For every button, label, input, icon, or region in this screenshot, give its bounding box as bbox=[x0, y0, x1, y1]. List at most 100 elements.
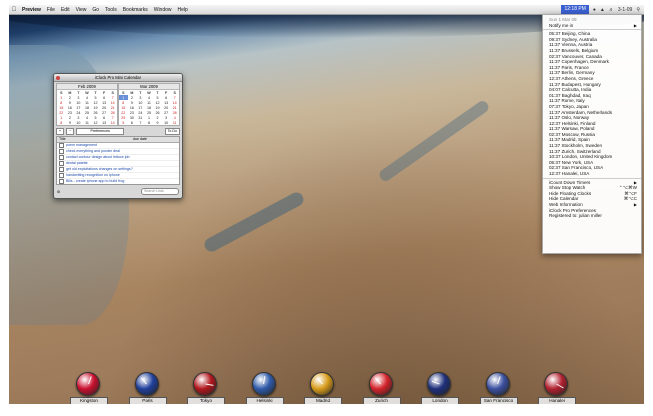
todo-title: handwriting recognition on iphone bbox=[66, 173, 120, 177]
floating-clock[interactable]: Helsinki bbox=[245, 372, 284, 404]
todo-checkbox[interactable] bbox=[59, 167, 64, 172]
todo-title: poem management bbox=[66, 143, 97, 147]
action-label: Show Stop Watch bbox=[549, 185, 586, 191]
floating-clock[interactable]: Madrid bbox=[304, 372, 342, 404]
wifi-icon[interactable]: ▲ bbox=[600, 7, 605, 13]
status-date[interactable]: 3-1-09 bbox=[618, 7, 632, 13]
todo-checkbox[interactable] bbox=[59, 179, 64, 184]
day-cell[interactable]: 9 bbox=[66, 120, 75, 125]
city-time: 05:37 bbox=[549, 159, 561, 165]
menu-go[interactable]: Go bbox=[89, 7, 102, 13]
todo-checkbox[interactable] bbox=[59, 155, 64, 160]
iclock-dropdown-menu: Sun 1 Mar 09 Notify me in ▶ 05:37 Beijing… bbox=[542, 14, 642, 254]
floating-clock[interactable]: Tokyo bbox=[187, 372, 225, 404]
clock-face-icon[interactable] bbox=[193, 372, 217, 396]
menu-tools[interactable]: Tools bbox=[102, 7, 120, 13]
city-name: Hanalei, USA bbox=[561, 171, 590, 177]
bluetooth-icon[interactable]: ● bbox=[593, 7, 596, 13]
clock-face-icon[interactable] bbox=[368, 372, 393, 396]
month-grid: Feb 2009 S M T W T F S 1 2 3 4 5 6 7 8 9 10 11 12 13 14 15 16 17… bbox=[56, 83, 118, 126]
floating-clock[interactable]: Kingston bbox=[70, 372, 108, 404]
day-cell[interactable]: 10 bbox=[162, 120, 171, 125]
day-cell[interactable]: 8 bbox=[145, 120, 154, 125]
day-cell[interactable]: 9 bbox=[153, 120, 162, 125]
day-cell[interactable]: 8 bbox=[57, 120, 66, 125]
close-icon[interactable] bbox=[56, 75, 60, 80]
city-time: 05:37 bbox=[549, 31, 561, 37]
day-cell[interactable]: 12 bbox=[91, 120, 100, 125]
city-name: Beijing, China bbox=[561, 31, 591, 37]
todo-checkbox[interactable] bbox=[59, 149, 64, 154]
floating-clock[interactable]: San Francisco bbox=[479, 372, 518, 404]
day-cell[interactable]: 13 bbox=[100, 120, 109, 125]
clock-face-icon[interactable] bbox=[544, 372, 568, 396]
apple-menu-icon[interactable]:  bbox=[9, 7, 19, 13]
notify-me-item[interactable]: Notify me in ▶ bbox=[543, 23, 641, 29]
city-name: Oslo, Norway bbox=[561, 115, 590, 121]
city-name: Madrid, Spain bbox=[561, 137, 590, 143]
menu-help[interactable]: Help bbox=[175, 7, 191, 13]
todo-item[interactable]: Bills - create iphone app to build frog bbox=[57, 179, 179, 184]
add-todo-button[interactable]: + bbox=[56, 127, 65, 135]
day-cell[interactable]: 14 bbox=[108, 120, 117, 125]
iclock-menu-button[interactable]: 12:18 PM bbox=[561, 5, 589, 14]
clock-city-label: Zurich bbox=[362, 397, 401, 404]
city-time: 11:37 bbox=[549, 47, 561, 53]
day-cell[interactable]: 10 bbox=[74, 120, 83, 125]
todo-list: Title due date poem management check ever… bbox=[56, 136, 180, 185]
city-name: Copenhagen, Denmark bbox=[561, 59, 609, 65]
city-time: 11:37 bbox=[549, 109, 561, 115]
clock-hand bbox=[431, 380, 440, 385]
spotlight-icon[interactable]: ⚲ bbox=[636, 7, 640, 13]
menu-action-item[interactable]: Registered to: julian miller bbox=[543, 213, 641, 219]
todo-checkbox[interactable] bbox=[59, 173, 64, 178]
action-label: Hide Floating Clocks bbox=[549, 190, 592, 196]
city-name: New York, USA bbox=[561, 159, 594, 165]
floating-clock[interactable]: Zurich bbox=[362, 372, 401, 404]
clock-face-icon[interactable] bbox=[427, 372, 451, 396]
title-column-header[interactable]: Title bbox=[57, 137, 131, 142]
action-list: iCount Down Timers ▶ Show Stop Watch ⌃⌥⌘W Hi… bbox=[543, 180, 641, 219]
city-time: 12:37 bbox=[549, 171, 561, 177]
calendar-titlebar[interactable]: iClock Pro Mini Calendar bbox=[54, 74, 182, 82]
menu-window[interactable]: Window bbox=[151, 7, 175, 13]
city-clock-item[interactable]: 12:37 Hanalei, USA bbox=[543, 171, 641, 177]
remove-todo-button[interactable]: − bbox=[66, 127, 75, 135]
clock-city-label: London bbox=[421, 397, 459, 404]
desktop:  Preview File Edit View Go Tools Bookma… bbox=[9, 5, 644, 404]
city-time: 11:37 bbox=[549, 137, 561, 143]
clock-hand bbox=[497, 376, 501, 385]
day-cell[interactable]: 5 bbox=[119, 120, 128, 125]
menu-file[interactable]: File bbox=[44, 7, 58, 13]
todo-button[interactable]: To Do bbox=[164, 127, 180, 135]
todo-checkbox[interactable] bbox=[59, 143, 64, 148]
settings-gear-icon[interactable]: ⚙ bbox=[57, 190, 60, 194]
day-cell[interactable]: 6 bbox=[128, 120, 137, 125]
day-cell[interactable]: 11 bbox=[170, 120, 179, 125]
menu-edit[interactable]: Edit bbox=[58, 7, 73, 13]
floating-clock[interactable]: London bbox=[421, 372, 459, 404]
day-cell[interactable]: 7 bbox=[136, 120, 145, 125]
clock-face-icon[interactable] bbox=[485, 372, 510, 396]
action-label: Registered to: julian miller bbox=[549, 213, 602, 219]
todo-checkbox[interactable] bbox=[59, 161, 64, 166]
clock-city-label: San Francisco bbox=[479, 397, 518, 404]
todo-title: get old exploitations changes on setting… bbox=[66, 167, 133, 171]
city-time: 11:37 bbox=[549, 143, 561, 149]
floating-clock[interactable]: Paris bbox=[128, 372, 167, 404]
city-time: 02:37 bbox=[549, 53, 561, 59]
clock-face-icon[interactable] bbox=[76, 372, 100, 396]
search-lists-input[interactable]: Search Lists bbox=[141, 188, 179, 195]
clock-face-icon[interactable] bbox=[251, 372, 276, 396]
clock-face-icon[interactable] bbox=[134, 372, 159, 396]
app-menu[interactable]: Preview bbox=[19, 7, 44, 13]
menu-view[interactable]: View bbox=[73, 7, 90, 13]
due-column-header[interactable]: due date bbox=[131, 137, 149, 142]
clock-face-icon[interactable] bbox=[310, 372, 334, 396]
preferences-select[interactable]: Preferences bbox=[76, 127, 125, 135]
clock-hand bbox=[316, 377, 323, 385]
floating-clock[interactable]: Hanalei bbox=[538, 372, 576, 404]
day-cell[interactable]: 11 bbox=[83, 120, 92, 125]
volume-icon[interactable]: ♬ bbox=[609, 7, 614, 13]
menu-bookmarks[interactable]: Bookmarks bbox=[120, 7, 151, 13]
